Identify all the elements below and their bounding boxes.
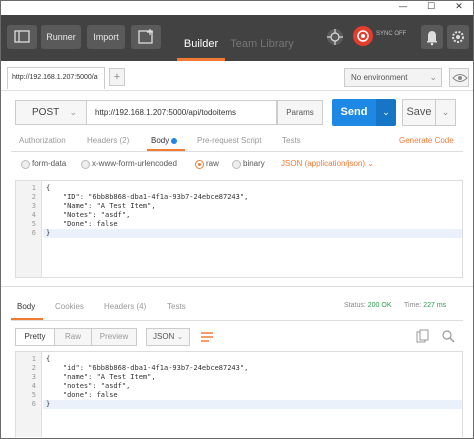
method-select[interactable]: POST ⌄	[15, 100, 87, 125]
tab-builder[interactable]: Builder	[177, 29, 225, 61]
request-tab[interactable]: http://192.168.1.207:5000/a	[7, 67, 105, 89]
environment-select[interactable]: No environment ⌄	[344, 68, 442, 87]
content-type-select[interactable]: JSON (application/json) ⌄	[281, 159, 374, 168]
response-section-tabs: Body Cookies Headers (4) Tests Status: 2…	[1, 299, 473, 317]
chevron-down-icon: ⌄	[367, 159, 374, 168]
request-body-editor[interactable]: 1{ 2 "ID": "6bb8b868-dba1-4f1a-93b7-24eb…	[15, 180, 463, 278]
response-format-select[interactable]: JSON ⌄	[146, 328, 190, 346]
tab-body-label: Body	[151, 136, 170, 145]
chevron-down-icon: ⌄	[176, 332, 184, 341]
tab-cookies[interactable]: Cookies	[55, 302, 84, 311]
settings-button[interactable]	[447, 25, 469, 49]
divider	[11, 151, 463, 152]
maximize-button[interactable]: ☐	[417, 1, 445, 15]
chevron-down-icon: ⌄	[382, 107, 390, 117]
view-pretty-button[interactable]: Pretty	[15, 328, 55, 346]
minimize-button[interactable]: —	[389, 1, 417, 15]
tab-headers[interactable]: Headers (2)	[87, 136, 129, 145]
postman-window: — ☐ ✕ Runner Import Builder Team Library	[0, 0, 474, 439]
tab-body[interactable]: Body	[151, 136, 178, 145]
environment-value: No environment	[351, 73, 408, 82]
radio-urlencoded[interactable]	[81, 160, 90, 169]
tab-team-library[interactable]: Team Library	[229, 29, 295, 61]
sync-status-label: SYNC OFF	[376, 31, 407, 37]
radio-binary[interactable]	[232, 160, 241, 169]
runner-button[interactable]: Runner	[41, 25, 81, 49]
sync-icon[interactable]	[353, 26, 373, 46]
chevron-down-icon: ⌄	[429, 72, 437, 82]
view-raw-button[interactable]: Raw	[54, 328, 92, 346]
radio-urlencoded-label: x-www-form-urlencoded	[92, 159, 177, 168]
tab-authorization[interactable]: Authorization	[19, 136, 66, 145]
tab-response-tests[interactable]: Tests	[167, 302, 186, 311]
active-line-highlight	[43, 400, 462, 409]
params-button[interactable]: Params	[277, 100, 323, 125]
save-options-button[interactable]: ⌄	[436, 99, 456, 126]
add-tab-button[interactable]: +	[109, 68, 125, 86]
new-tab-icon	[138, 29, 153, 44]
chevron-down-icon: ⌄	[69, 107, 77, 117]
sidebar-toggle-icon	[14, 30, 30, 43]
view-preview-button[interactable]: Preview	[91, 328, 137, 346]
response-format-value: JSON	[153, 332, 175, 341]
time-readout: Time: 227 ms	[404, 302, 447, 309]
radio-form-data[interactable]	[21, 160, 30, 169]
interceptor-icon[interactable]	[325, 27, 345, 47]
divider	[1, 286, 473, 287]
status-value: 200 OK	[367, 302, 392, 309]
content-type-value: JSON (application/json)	[281, 159, 366, 168]
body-indicator-dot	[171, 137, 178, 144]
close-button[interactable]: ✕	[445, 1, 473, 15]
radio-raw[interactable]	[195, 160, 204, 169]
tab-response-body[interactable]: Body	[17, 302, 35, 311]
environment-quick-look-button[interactable]	[449, 68, 469, 87]
save-button[interactable]: Save	[402, 99, 436, 126]
generate-code-link[interactable]: Generate Code	[399, 136, 454, 145]
new-tab-button[interactable]	[131, 25, 161, 49]
search-icon[interactable]	[441, 329, 455, 343]
body-mode-selector: form-data x-www-form-urlencoded raw bina…	[1, 156, 473, 174]
tab-pre-request-script[interactable]: Pre-request Script	[197, 136, 261, 145]
sidebar-toggle-button[interactable]	[7, 25, 37, 49]
settings-icon	[452, 31, 464, 43]
eye-icon	[452, 74, 468, 82]
tab-response-headers[interactable]: Headers (4)	[104, 302, 146, 311]
chevron-down-icon: ⌄	[441, 107, 450, 117]
radio-form-data-label: form-data	[32, 159, 67, 168]
send-button[interactable]: Send	[332, 99, 376, 126]
time-value: 227 ms	[423, 302, 447, 309]
active-line-highlight	[43, 229, 462, 238]
radio-binary-label: binary	[243, 159, 265, 168]
title-bar: — ☐ ✕	[1, 1, 473, 15]
wrap-lines-icon[interactable]	[197, 328, 217, 346]
main-toolbar: Runner Import Builder Team Library SYNC …	[1, 15, 473, 61]
copy-icon[interactable]	[416, 329, 430, 343]
status-readout: Status: 200 OK	[344, 302, 392, 309]
import-button[interactable]: Import	[87, 25, 125, 49]
notifications-icon	[427, 31, 437, 46]
url-input[interactable]: http://192.168.1.207:5000/api/todoitems	[87, 100, 277, 125]
divider	[11, 320, 463, 321]
request-tabs-bar: http://192.168.1.207:5000/a + No environ…	[1, 61, 473, 91]
response-body-viewer[interactable]: 1{ 2 "id": "6bb8b868-dba1-4f1a-93b7-24eb…	[15, 351, 463, 437]
request-section-tabs: Authorization Headers (2) Body Pre-reque…	[1, 131, 473, 151]
send-options-button[interactable]: ⌄	[376, 99, 396, 126]
tab-tests[interactable]: Tests	[282, 136, 301, 145]
radio-raw-label: raw	[206, 159, 219, 168]
notifications-button[interactable]	[421, 25, 443, 49]
method-value: POST	[32, 107, 60, 118]
